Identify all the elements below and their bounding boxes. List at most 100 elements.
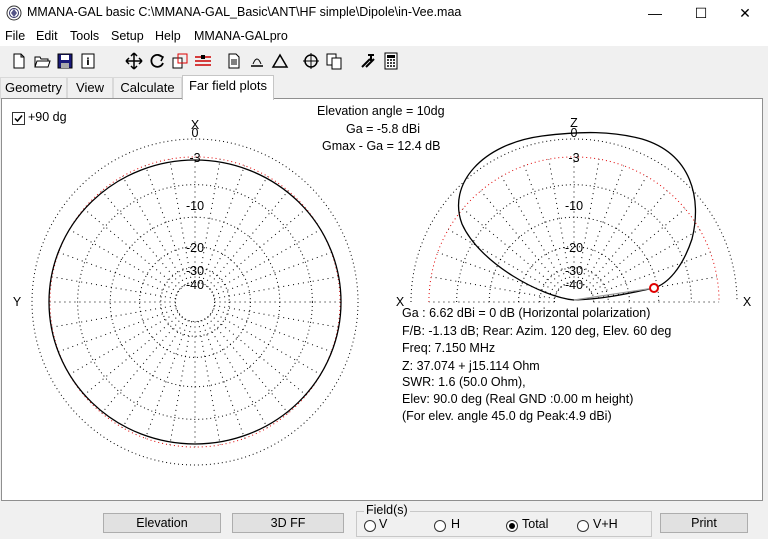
radio-total-label: Total bbox=[522, 517, 549, 531]
left-spoke bbox=[204, 176, 268, 286]
window-title: MMANA-GAL basic C:\MMANA-GAL_Basic\ANT\H… bbox=[27, 5, 462, 19]
right-spoke bbox=[586, 190, 668, 288]
menu-tools[interactable]: Tools bbox=[70, 29, 99, 43]
left-ring bbox=[77, 184, 313, 420]
left-spoke bbox=[58, 308, 177, 353]
menu-edit[interactable]: Edit bbox=[36, 29, 58, 43]
radio-v[interactable] bbox=[364, 520, 376, 532]
minimize-button[interactable]: — bbox=[632, 0, 678, 26]
toolbar: i bbox=[0, 48, 768, 74]
right-spoke bbox=[590, 229, 700, 293]
tab-calculate[interactable]: Calculate bbox=[113, 77, 182, 99]
left-spoke bbox=[209, 314, 307, 396]
far-field-panel: X Y 0 -3 -10 -20 -30 -40 Z X X 0 -3 -10 -20 -30 -40 +90 … bbox=[1, 98, 763, 501]
stretch-icon[interactable] bbox=[171, 52, 189, 70]
right-ring-label: -30 bbox=[565, 264, 583, 278]
left-spoke bbox=[214, 304, 338, 328]
tab-view[interactable]: View bbox=[67, 77, 113, 99]
menu-setup[interactable]: Setup bbox=[111, 29, 144, 43]
right-ring-label: -10 bbox=[565, 199, 583, 213]
plus90-label: +90 dg bbox=[28, 110, 67, 124]
save-icon[interactable] bbox=[56, 52, 74, 70]
new-file-icon[interactable] bbox=[10, 52, 28, 70]
plus90-checkbox[interactable] bbox=[12, 112, 25, 125]
left-spoke bbox=[144, 320, 189, 439]
bottom-bar: Elevation 3D FF Field(s) V H Total V+H P… bbox=[0, 503, 768, 539]
copy-icon[interactable] bbox=[325, 52, 343, 70]
left-spoke bbox=[52, 276, 176, 300]
left-spoke bbox=[144, 165, 189, 284]
menu-file[interactable]: File bbox=[5, 29, 25, 43]
tab-geometry[interactable]: Geometry bbox=[0, 77, 67, 99]
info-peak: (For elev. angle 45.0 dg Peak:4.9 dBi) bbox=[402, 409, 612, 423]
right-ring-label: -40 bbox=[565, 278, 583, 292]
info-icon[interactable]: i bbox=[79, 52, 97, 70]
calculator-icon[interactable] bbox=[382, 52, 400, 70]
tools-icon[interactable] bbox=[359, 52, 377, 70]
left-ring-label: -30 bbox=[186, 264, 204, 278]
left-spoke bbox=[214, 276, 338, 300]
left-spoke bbox=[201, 165, 246, 284]
info-impedance: Z: 37.074 + j15.114 Ohm bbox=[402, 359, 540, 373]
left-spoke bbox=[201, 320, 246, 439]
right-spoke bbox=[583, 176, 647, 286]
crosshair-icon[interactable] bbox=[302, 52, 320, 70]
left-spoke bbox=[122, 176, 186, 286]
radio-vh[interactable] bbox=[577, 520, 589, 532]
ground-icon[interactable] bbox=[248, 52, 266, 70]
left-axis-y-label: Y bbox=[13, 295, 22, 309]
right-spoke bbox=[462, 208, 560, 290]
left-spoke bbox=[213, 308, 332, 353]
left-spoke bbox=[209, 208, 307, 290]
left-ring-label: -20 bbox=[186, 241, 204, 255]
left-spoke bbox=[169, 321, 193, 445]
ga-text: Ga = -5.8 dBi bbox=[346, 122, 420, 136]
left-spoke bbox=[69, 311, 179, 375]
left-ring bbox=[31, 138, 359, 466]
fields-legend: Field(s) bbox=[364, 503, 410, 517]
open-folder-icon[interactable] bbox=[33, 52, 51, 70]
rotate-icon[interactable] bbox=[148, 52, 166, 70]
info-swr: SWR: 1.6 (50.0 Ohm), bbox=[402, 375, 526, 389]
triangle-icon[interactable] bbox=[271, 52, 289, 70]
info-fb: F/B: -1.13 dB; Rear: Azim. 120 deg, Elev… bbox=[402, 324, 672, 338]
radio-h[interactable] bbox=[434, 520, 446, 532]
right-spoke bbox=[523, 165, 568, 284]
move-icon[interactable] bbox=[125, 52, 143, 70]
left-spoke bbox=[58, 251, 177, 296]
print-button[interactable]: Print bbox=[660, 513, 748, 533]
fields-group: Field(s) V H Total V+H bbox=[356, 503, 652, 537]
radio-h-label: H bbox=[451, 517, 461, 531]
left-spoke bbox=[213, 251, 332, 296]
tab-bar: Geometry View Calculate Far field plots bbox=[0, 75, 768, 100]
polar-plots: XY0-3-10-20-30-40ZX X0-3-10-20-30-40 bbox=[13, 116, 752, 466]
right-ring-label: -20 bbox=[565, 241, 583, 255]
left-spoke bbox=[197, 321, 221, 445]
left-spoke bbox=[52, 304, 176, 328]
left-ring-label: -3 bbox=[189, 151, 200, 165]
title-bar: MMANA-GAL basic C:\MMANA-GAL_Basic\ANT\H… bbox=[0, 0, 768, 26]
wires-icon[interactable] bbox=[194, 52, 212, 70]
maximize-button[interactable]: ☐ bbox=[678, 0, 724, 26]
right-ring-label: -3 bbox=[568, 151, 579, 165]
right-spoke bbox=[480, 190, 562, 288]
tab-far-field-plots[interactable]: Far field plots bbox=[182, 75, 274, 100]
right-axis-x-right-label: X bbox=[743, 295, 752, 309]
peak-direction-line bbox=[573, 287, 655, 301]
document-icon[interactable] bbox=[225, 52, 243, 70]
left-spoke bbox=[101, 316, 183, 414]
left-spoke bbox=[211, 229, 321, 293]
close-button[interactable]: ✕ bbox=[722, 0, 768, 26]
info-elev: Elev: 90.0 deg (Real GND :0.00 m height) bbox=[402, 392, 634, 406]
menu-mmana-galpro[interactable]: MMANA-GALpro bbox=[194, 29, 288, 43]
info-gain: Ga : 6.62 dBi = 0 dB (Horizontal polariz… bbox=[402, 306, 651, 320]
info-freq: Freq: 7.150 MHz bbox=[402, 341, 496, 355]
left-spoke bbox=[83, 314, 181, 396]
menu-help[interactable]: Help bbox=[155, 29, 181, 43]
3d-ff-button[interactable]: 3D FF bbox=[232, 513, 344, 533]
app-logo-icon bbox=[6, 5, 22, 21]
left-ring-label: 0 bbox=[192, 126, 199, 140]
left-spoke bbox=[83, 208, 181, 290]
elevation-button[interactable]: Elevation bbox=[103, 513, 221, 533]
radio-total[interactable] bbox=[506, 520, 518, 532]
